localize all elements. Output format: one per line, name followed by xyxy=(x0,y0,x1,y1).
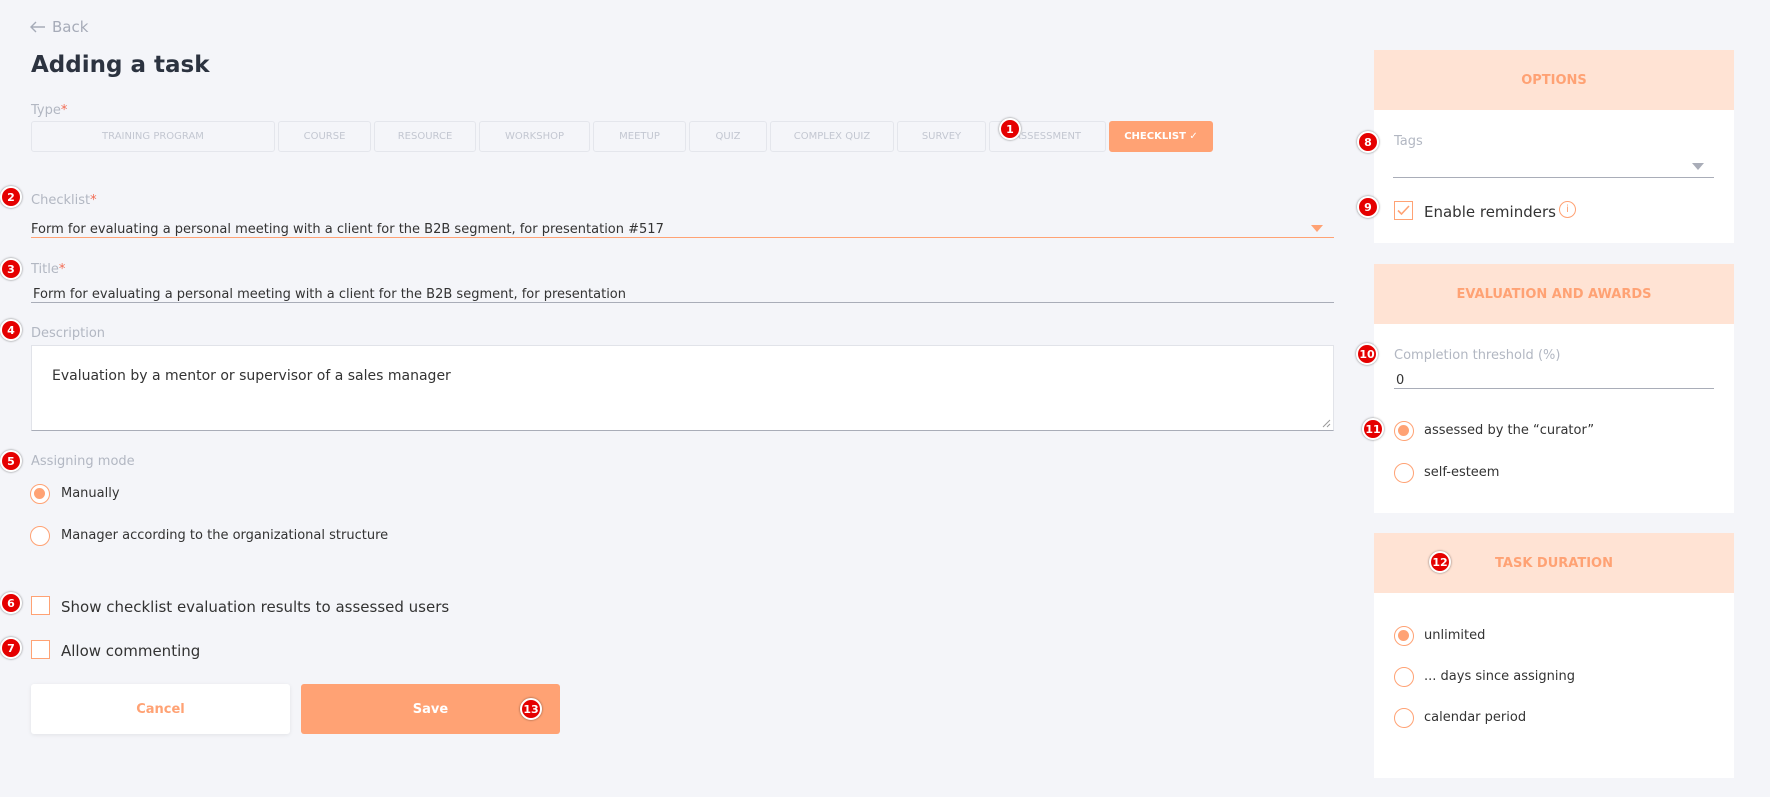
checklist-value: Form for evaluating a personal meeting w… xyxy=(31,222,664,237)
type-survey[interactable]: Survey xyxy=(897,121,986,152)
type-meetup[interactable]: Meetup xyxy=(593,121,686,152)
assign-manager-label: Manager according to the organizational … xyxy=(61,528,389,543)
checklist-select[interactable]: Form for evaluating a personal meeting w… xyxy=(31,218,1334,238)
annotation-badge: 5 xyxy=(0,450,22,472)
threshold-value: 0 xyxy=(1396,373,1405,388)
type-workshop[interactable]: Workshop xyxy=(479,121,590,152)
curator-radio[interactable] xyxy=(1394,421,1414,441)
title-input[interactable]: Form for evaluating a personal meeting w… xyxy=(31,283,1334,303)
allow-commenting-label: Allow commenting xyxy=(61,642,201,660)
page-title: Adding a task xyxy=(31,52,210,78)
type-checklist[interactable]: Checklist ✓ xyxy=(1109,121,1213,152)
description-label: Description xyxy=(31,326,106,341)
self-esteem-radio[interactable] xyxy=(1394,463,1414,483)
annotation-badge: 2 xyxy=(0,186,22,208)
annotation-badge: 10 xyxy=(1356,343,1378,365)
show-results-checkbox[interactable] xyxy=(31,596,50,615)
show-results-label: Show checklist evaluation results to ass… xyxy=(61,598,450,616)
threshold-label: Completion threshold (%) xyxy=(1394,348,1561,363)
checklist-label: Checklist* xyxy=(31,193,97,208)
duration-unlimited-label: unlimited xyxy=(1424,628,1486,643)
annotation-badge: 13 xyxy=(520,698,542,720)
enable-reminders-label: Enable reminders xyxy=(1424,203,1556,221)
duration-calendar-radio[interactable] xyxy=(1394,708,1414,728)
annotation-badge: 7 xyxy=(0,637,22,659)
curator-label: assessed by the “curator” xyxy=(1424,423,1595,438)
assigning-mode-label: Assigning mode xyxy=(31,454,135,469)
checkmark-icon xyxy=(1397,205,1410,216)
annotation-badge: 3 xyxy=(0,258,22,280)
assign-manager-radio[interactable] xyxy=(30,526,50,546)
annotation-badge: 9 xyxy=(1357,196,1379,218)
type-training-program[interactable]: Training program xyxy=(31,121,275,152)
annotation-badge: 6 xyxy=(0,592,22,614)
tags-label: Tags xyxy=(1394,134,1423,149)
annotation-badge: 12 xyxy=(1429,551,1451,573)
duration-calendar-label: calendar period xyxy=(1424,710,1527,725)
type-selector: Training program Course Resource Worksho… xyxy=(31,121,1213,152)
annotation-badge: 11 xyxy=(1362,418,1384,440)
chevron-down-icon xyxy=(1311,225,1323,232)
type-course[interactable]: Course xyxy=(278,121,371,152)
assign-manually-radio[interactable] xyxy=(30,484,50,504)
resize-handle-icon[interactable] xyxy=(1322,419,1331,428)
assign-manually-label: Manually xyxy=(61,486,120,501)
allow-commenting-checkbox[interactable] xyxy=(31,640,50,659)
annotation-badge: 4 xyxy=(0,319,22,341)
duration-unlimited-radio[interactable] xyxy=(1394,626,1414,646)
type-resource[interactable]: Resource xyxy=(374,121,476,152)
self-esteem-label: self-esteem xyxy=(1424,465,1500,480)
duration-days-radio[interactable] xyxy=(1394,667,1414,687)
threshold-input[interactable]: 0 xyxy=(1394,369,1714,389)
title-label: Title* xyxy=(31,262,66,277)
options-header: Options xyxy=(1374,50,1734,110)
enable-reminders-checkbox[interactable] xyxy=(1394,201,1413,220)
duration-panel: Task duration xyxy=(1374,533,1734,778)
back-link[interactable]: Back xyxy=(30,18,88,36)
back-label: Back xyxy=(52,18,89,36)
info-icon[interactable]: i xyxy=(1559,201,1576,218)
tags-select[interactable] xyxy=(1393,158,1714,178)
duration-header: Task duration xyxy=(1374,533,1734,593)
arrow-left-icon xyxy=(30,21,45,33)
duration-days-label: ... days since assigning xyxy=(1424,669,1575,684)
annotation-badge: 8 xyxy=(1357,131,1379,153)
type-quiz[interactable]: Quiz xyxy=(689,121,767,152)
cancel-button[interactable]: Cancel xyxy=(31,684,290,734)
type-complex-quiz[interactable]: Complex quiz xyxy=(770,121,894,152)
tags-chevron-down-icon xyxy=(1692,163,1704,170)
description-textarea[interactable]: Evaluation by a mentor or supervisor of … xyxy=(31,345,1334,431)
title-value: Form for evaluating a personal meeting w… xyxy=(33,287,626,302)
type-label: Type* xyxy=(31,103,68,118)
evaluation-header: Evaluation and awards xyxy=(1374,264,1734,324)
annotation-badge: 1 xyxy=(999,118,1021,140)
description-value: Evaluation by a mentor or supervisor of … xyxy=(52,368,451,384)
